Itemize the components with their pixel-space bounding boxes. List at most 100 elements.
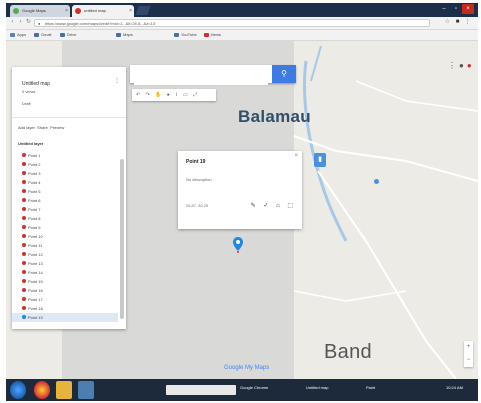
list-item[interactable]: Point 6	[12, 196, 118, 205]
zoom-out-icon[interactable]: −	[464, 354, 473, 367]
red-pin-icon	[22, 153, 26, 157]
list-item-selected[interactable]: Point 19	[12, 313, 118, 322]
list-item[interactable]: Point 3	[12, 169, 118, 178]
address-bar[interactable]: ● https://www.google.com/maps/d/edit?mid…	[34, 19, 430, 27]
taskbar: Google Chrome Untitled map Paint 10:24 A…	[6, 379, 478, 401]
google-logo: Google My Maps	[224, 365, 270, 371]
sidebar-header: Untitled map 0 views Draft ⋮	[12, 67, 126, 118]
feature-info-card: × Point 19 No description 26.87, 80.25 ✎…	[178, 151, 302, 229]
list-item[interactable]: Point 17	[12, 295, 118, 304]
lock-icon: ●	[38, 21, 41, 26]
list-item[interactable]: Point 5	[12, 187, 118, 196]
red-pin-icon	[22, 234, 26, 238]
close-tab-icon[interactable]: ×	[129, 5, 132, 17]
map-canvas[interactable]: Balamau Band ▮ ⚲ ↶ ↷ ✋ ● ⌇ ▭ ⤢ ⋮●● × Poi…	[6, 41, 478, 379]
browser-toolbar: ‹ › ↻ ● https://www.google.com/maps/d/ed…	[6, 17, 478, 30]
red-pin-icon	[22, 270, 26, 274]
list-item[interactable]: Point 11	[12, 241, 118, 250]
chrome-icon[interactable]	[34, 381, 50, 399]
list-item[interactable]: Point 4	[12, 178, 118, 187]
bookmark-item[interactable]: Gmail	[34, 31, 51, 39]
account-icon[interactable]: ●	[459, 61, 467, 70]
browser-tab[interactable]: Google Maps ×	[10, 5, 70, 17]
reload-icon[interactable]: ↻	[25, 19, 32, 26]
red-pin-icon	[22, 279, 26, 283]
share-button[interactable]: Share	[37, 125, 48, 130]
screen: Google Maps × untitled map × – ▫ × ‹ › ↻…	[6, 3, 478, 401]
extension-icon[interactable]: ■	[454, 19, 461, 26]
bookmark-icon	[174, 33, 179, 37]
folder-icon[interactable]	[56, 381, 72, 399]
start-button[interactable]	[10, 381, 26, 399]
red-pin-icon	[22, 171, 26, 175]
avatar[interactable]: ●	[467, 61, 475, 70]
preview-button[interactable]: Preview	[50, 125, 64, 130]
star-icon[interactable]: ☆	[444, 19, 451, 26]
close-icon[interactable]: ×	[294, 153, 298, 159]
zoom-control[interactable]: + −	[464, 341, 473, 367]
red-pin-icon	[22, 207, 26, 211]
zoom-in-icon[interactable]: +	[464, 341, 473, 354]
taskbar-search-input[interactable]	[166, 385, 236, 395]
clock: 10:24 AM	[446, 385, 463, 390]
list-item[interactable]: Point 18	[12, 304, 118, 313]
map-top-controls: ⋮●●	[448, 61, 475, 70]
forward-icon[interactable]: ›	[17, 19, 24, 26]
media-icon[interactable]	[78, 381, 94, 399]
tab-label: Google Maps	[22, 8, 46, 13]
mymaps-favicon-icon	[75, 8, 81, 14]
red-pin-icon	[22, 243, 26, 247]
list-item[interactable]: Point 7	[12, 205, 118, 214]
feature-actions[interactable]: ✎ ✓ ⌂ ⬚	[251, 202, 296, 209]
browser-tab-active[interactable]: untitled map ×	[72, 5, 134, 17]
list-item[interactable]: Point 8	[12, 214, 118, 223]
list-item[interactable]: Point 12	[12, 250, 118, 259]
list-item[interactable]: Point 1	[12, 151, 118, 160]
transit-icon[interactable]: ▮	[314, 153, 326, 167]
taskbar-item[interactable]: Untitled map	[306, 385, 328, 390]
red-pin-icon	[22, 180, 26, 184]
more-options-icon[interactable]: ⋮	[114, 77, 120, 84]
taskbar-item[interactable]: Google Chrome	[240, 385, 268, 390]
list-item[interactable]: Point 14	[12, 268, 118, 277]
bookmark-item[interactable]: YouTube	[174, 31, 197, 39]
bookmark-item[interactable]: Maps	[116, 31, 133, 39]
bookmark-item[interactable]: News	[204, 31, 221, 39]
place-label-balamau: Balamau	[238, 107, 311, 126]
map-title[interactable]: Untitled map	[22, 81, 50, 87]
add-layer-button[interactable]: Add layer	[18, 125, 35, 130]
close-tab-icon[interactable]: ×	[65, 5, 68, 17]
map-views: 0 views	[22, 89, 36, 94]
bookmark-item[interactable]: Apps	[10, 31, 26, 39]
close-window-icon[interactable]: ×	[462, 4, 474, 14]
poi-marker-icon[interactable]	[374, 179, 379, 184]
feature-description: No description	[186, 177, 212, 182]
list-item[interactable]: Point 16	[12, 286, 118, 295]
feature-coordinates: 26.87, 80.25	[186, 203, 209, 208]
red-pin-icon	[22, 297, 26, 301]
map-pin-icon[interactable]	[233, 237, 243, 253]
place-label-band: Band	[324, 341, 372, 363]
new-tab-button[interactable]	[135, 6, 151, 15]
menu-icon[interactable]: ⋮	[464, 19, 471, 26]
list-item[interactable]: Point 10	[12, 232, 118, 241]
apps-grid-icon[interactable]: ⋮	[448, 61, 459, 70]
list-item[interactable]: Point 15	[12, 277, 118, 286]
back-icon[interactable]: ‹	[9, 19, 16, 26]
red-pin-icon	[22, 225, 26, 229]
minimize-icon[interactable]: –	[438, 4, 450, 14]
search-input[interactable]	[134, 69, 268, 85]
list-item[interactable]: Point 9	[12, 223, 118, 232]
red-pin-icon	[22, 261, 26, 265]
layer-header[interactable]: Untitled layer	[18, 141, 43, 146]
search-button[interactable]: ⚲	[272, 65, 296, 83]
list-item[interactable]: Point 2	[12, 160, 118, 169]
map-toolbar[interactable]: ↶ ↷ ✋ ● ⌇ ▭ ⤢	[132, 89, 216, 101]
bookmark-item[interactable]: Drive	[60, 31, 76, 39]
sidebar-scrollbar[interactable]	[120, 159, 124, 319]
bookmarks-bar: Apps Gmail Drive Maps YouTube News	[6, 30, 478, 41]
bookmark-icon	[116, 33, 121, 37]
maximize-icon[interactable]: ▫	[450, 4, 462, 14]
taskbar-item[interactable]: Paint	[366, 385, 375, 390]
list-item[interactable]: Point 13	[12, 259, 118, 268]
